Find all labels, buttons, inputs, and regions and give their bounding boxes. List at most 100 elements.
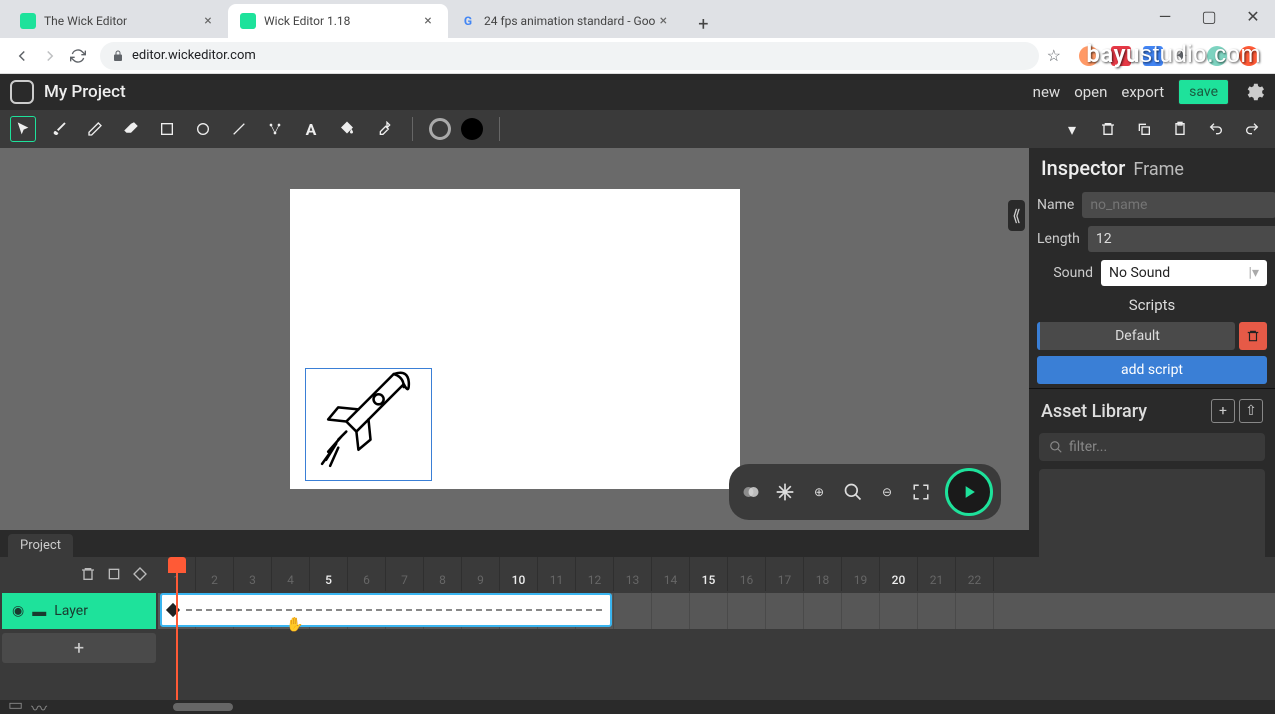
trash-icon[interactable]: [1095, 116, 1121, 142]
url-input[interactable]: editor.wickeditor.com: [100, 42, 1039, 70]
length-input[interactable]: [1088, 226, 1275, 252]
ruler-mark[interactable]: 14: [652, 557, 690, 591]
frame-cell[interactable]: [880, 593, 918, 629]
timeline-ruler[interactable]: 12345678910111213141516171819202122: [158, 557, 1275, 591]
frame-cell[interactable]: [690, 593, 728, 629]
ruler-mark[interactable]: 4: [272, 557, 310, 591]
browser-tab-3[interactable]: G 24 fps animation standard - Goo ×: [448, 4, 683, 38]
layer-name[interactable]: Layer: [54, 603, 88, 619]
frame-cell[interactable]: [766, 593, 804, 629]
timeline-scrollbar[interactable]: ▭ 〰: [0, 700, 1275, 714]
redo-icon[interactable]: [1239, 116, 1265, 142]
ruler-mark[interactable]: 5: [310, 557, 348, 591]
new-tab-button[interactable]: +: [689, 10, 717, 38]
reload-button[interactable]: [64, 42, 92, 70]
pencil-tool[interactable]: [82, 116, 108, 142]
ruler-mark[interactable]: 7: [386, 557, 424, 591]
pan-icon[interactable]: [771, 478, 799, 506]
asset-filter-input[interactable]: filter...: [1039, 433, 1265, 461]
text-tool[interactable]: A: [298, 116, 324, 142]
scroll-thumb[interactable]: [173, 703, 233, 711]
collapse-inspector-icon[interactable]: ⟪: [1008, 200, 1025, 231]
delete-script-button[interactable]: [1239, 322, 1267, 350]
layer-row[interactable]: ◉ ▬ Layer: [2, 593, 156, 629]
gear-icon[interactable]: [1243, 81, 1265, 103]
script-default-button[interactable]: Default: [1037, 322, 1235, 350]
zoom-in-icon[interactable]: ⊕: [805, 478, 833, 506]
ruler-mark[interactable]: 18: [804, 557, 842, 591]
canvas-area[interactable]: ⟪ ⊕ ⊖: [0, 148, 1029, 530]
timeline-track-area[interactable]: 12345678910111213141516171819202122 ✋: [158, 557, 1275, 700]
frame-cell[interactable]: [614, 593, 652, 629]
timeline-tab-project[interactable]: Project: [8, 534, 73, 557]
canvas[interactable]: [290, 189, 740, 489]
maximize-icon[interactable]: ▢: [1187, 0, 1231, 32]
add-asset-button[interactable]: +: [1211, 399, 1235, 423]
name-input[interactable]: [1082, 192, 1275, 218]
ruler-mark[interactable]: 16: [728, 557, 766, 591]
add-layer-button[interactable]: +: [2, 633, 156, 663]
fullscreen-icon[interactable]: [907, 478, 935, 506]
play-button[interactable]: [945, 468, 993, 516]
ruler-mark[interactable]: 15: [690, 557, 728, 591]
close-icon[interactable]: ×: [420, 13, 436, 29]
eyedropper-tool[interactable]: [370, 116, 396, 142]
frame-span[interactable]: [160, 593, 612, 627]
close-icon[interactable]: ×: [655, 13, 671, 29]
ellipse-tool[interactable]: [190, 116, 216, 142]
ruler-mark[interactable]: 21: [918, 557, 956, 591]
menu-new[interactable]: new: [1033, 83, 1061, 101]
save-button[interactable]: save: [1178, 79, 1229, 105]
sound-select[interactable]: No Sound |▾: [1101, 260, 1267, 286]
browser-tab-1[interactable]: The Wick Editor ×: [8, 4, 228, 38]
rectangle-tool[interactable]: [154, 116, 180, 142]
onion-skin-icon[interactable]: [737, 478, 765, 506]
ruler-mark[interactable]: 9: [462, 557, 500, 591]
ruler-mark[interactable]: 10: [500, 557, 538, 591]
paste-icon[interactable]: [1167, 116, 1193, 142]
close-icon[interactable]: ×: [200, 13, 216, 29]
path-tool[interactable]: [262, 116, 288, 142]
ruler-mark[interactable]: 20: [880, 557, 918, 591]
ruler-mark[interactable]: 8: [424, 557, 462, 591]
ruler-mark[interactable]: 3: [234, 557, 272, 591]
frame-cell[interactable]: [652, 593, 690, 629]
dropdown-icon[interactable]: ▾: [1059, 116, 1085, 142]
menu-open[interactable]: open: [1074, 83, 1107, 101]
visibility-icon[interactable]: ◉: [12, 603, 24, 619]
ruler-mark[interactable]: 13: [614, 557, 652, 591]
stroke-color-swatch[interactable]: [461, 118, 483, 140]
playhead[interactable]: [176, 557, 178, 700]
ruler-mark[interactable]: 22: [956, 557, 994, 591]
frame-cell[interactable]: [956, 593, 994, 629]
ruler-mark[interactable]: 12: [576, 557, 614, 591]
minimize-icon[interactable]: —: [1143, 0, 1187, 32]
fill-tool[interactable]: [334, 116, 360, 142]
delete-layer-icon[interactable]: [80, 566, 96, 582]
brush-tool[interactable]: [46, 116, 72, 142]
back-button[interactable]: [8, 42, 36, 70]
project-name[interactable]: My Project: [44, 82, 126, 102]
menu-export[interactable]: export: [1121, 83, 1164, 101]
close-window-icon[interactable]: ✕: [1231, 0, 1275, 32]
frame-cell[interactable]: [804, 593, 842, 629]
selected-object[interactable]: [305, 368, 432, 481]
bookmark-star-icon[interactable]: ☆: [1047, 46, 1061, 65]
eraser-tool[interactable]: [118, 116, 144, 142]
ruler-mark[interactable]: 11: [538, 557, 576, 591]
forward-button[interactable]: [36, 42, 64, 70]
ruler-mark[interactable]: 19: [842, 557, 880, 591]
add-script-button[interactable]: add script: [1037, 356, 1267, 384]
zoom-out-icon[interactable]: ⊖: [873, 478, 901, 506]
ruler-mark[interactable]: 2: [196, 557, 234, 591]
upload-asset-button[interactable]: ⇧: [1239, 399, 1263, 423]
zoom-icon[interactable]: [839, 478, 867, 506]
undo-icon[interactable]: [1203, 116, 1229, 142]
frame-cell[interactable]: [918, 593, 956, 629]
ruler-mark[interactable]: 6: [348, 557, 386, 591]
duplicate-layer-icon[interactable]: [106, 566, 122, 582]
keyframe-icon[interactable]: [132, 566, 148, 582]
cursor-tool[interactable]: [10, 116, 36, 142]
frame-cell[interactable]: [842, 593, 880, 629]
line-tool[interactable]: [226, 116, 252, 142]
